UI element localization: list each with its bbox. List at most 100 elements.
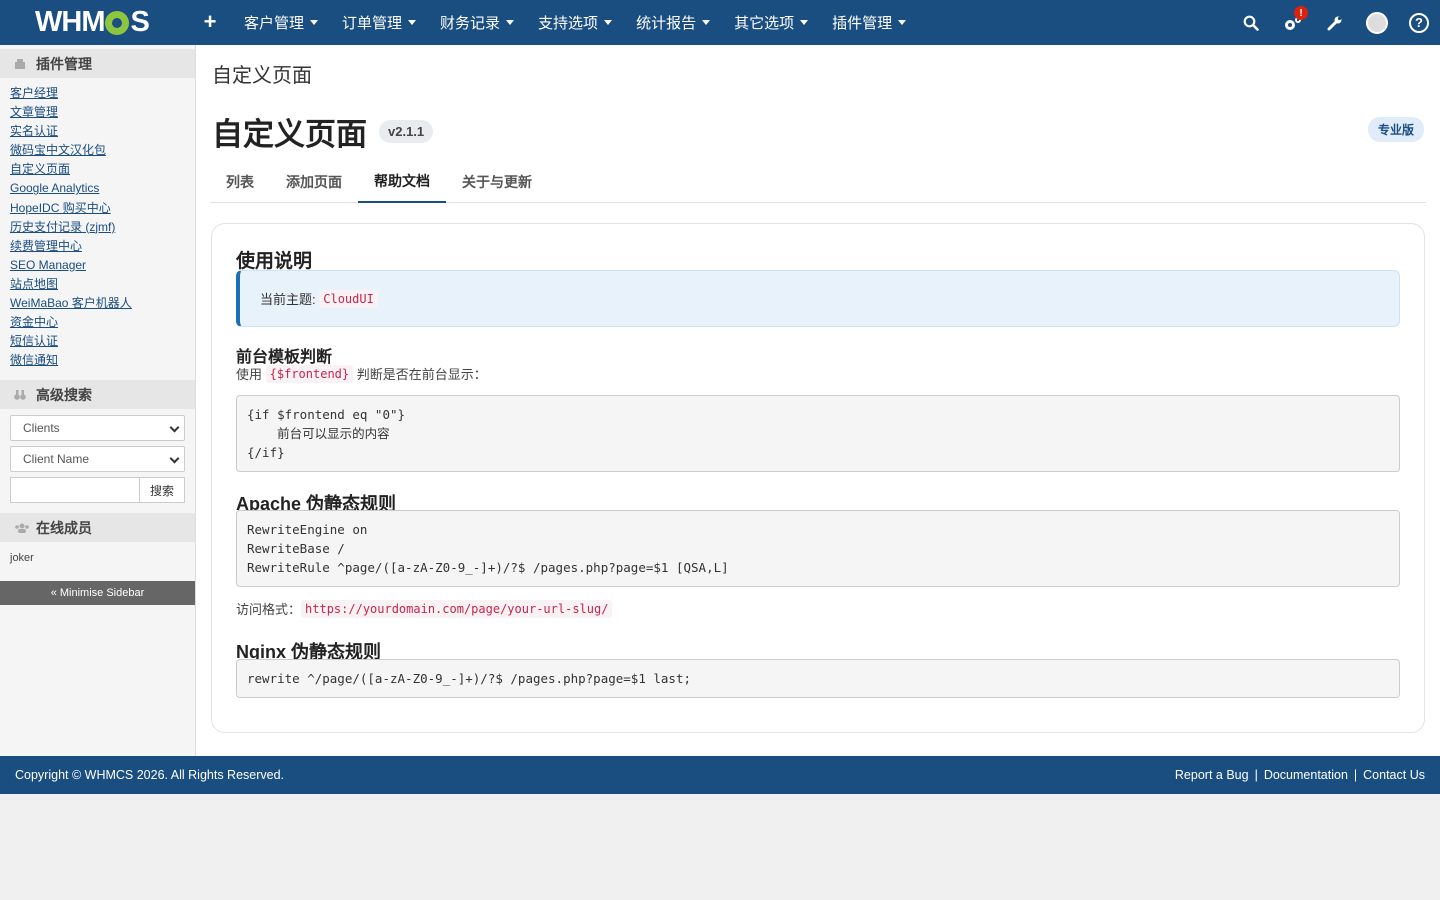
sidebar-link[interactable]: 文章管理 — [10, 103, 185, 122]
version-badge: v2.1.1 — [379, 120, 434, 143]
binoculars-icon — [14, 389, 28, 401]
nginx-code-block: rewrite ^/page/([a-zA-Z0-9_-]+)/?$ /page… — [236, 659, 1400, 698]
sidebar-link[interactable]: 自定义页面 — [10, 160, 185, 179]
addon-title-text: 自定义页面 — [212, 117, 367, 152]
addon-title: 自定义页面 v2.1.1 — [212, 109, 434, 154]
search-row: 搜索 — [10, 477, 185, 504]
nav-label: 其它选项 — [734, 15, 795, 32]
nav-reports[interactable]: 统计报告 — [624, 0, 722, 45]
caret-down-icon — [800, 20, 809, 25]
select-value: Client Name — [23, 452, 90, 467]
caret-down-icon — [310, 20, 319, 25]
sidebar-link[interactable]: 资金中心 — [10, 313, 185, 332]
caret-down-icon — [702, 20, 711, 25]
cube-icon — [14, 58, 28, 70]
access-label: 访问格式： — [236, 602, 302, 617]
frontend-var: {$frontend} — [265, 364, 354, 383]
nav-utilities[interactable]: 其它选项 — [722, 0, 820, 45]
main-nav: 客户管理 订单管理 财务记录 支持选项 统计报告 其它选项 插件管理 — [232, 0, 918, 45]
sidebar-link[interactable]: 实名认证 — [10, 122, 185, 141]
nav-support[interactable]: 支持选项 — [526, 0, 624, 45]
tab-bar: 列表 添加页面 帮助文档 关于与更新 — [210, 160, 1426, 203]
nav-label: 财务记录 — [440, 15, 501, 32]
access-url: https://yourdomain.com/page/your-url-slu… — [301, 599, 613, 618]
chevron-down-icon — [169, 422, 180, 433]
chevron-down-icon — [169, 453, 180, 464]
minimise-sidebar-button[interactable]: « Minimise Sidebar — [0, 581, 195, 606]
help-card: 使用说明 当前主题: CloudUI 前台模板判断 使用 {$frontend}… — [211, 223, 1425, 733]
sidebar-heading-addons: 插件管理 — [0, 49, 195, 78]
search-type-select[interactable]: Clients — [10, 415, 185, 442]
report-bug-link[interactable]: Report a Bug — [1175, 768, 1249, 782]
search-field-select[interactable]: Client Name — [10, 446, 185, 473]
caret-down-icon — [408, 20, 417, 25]
documentation-link[interactable]: Documentation — [1264, 768, 1348, 782]
whmcs-logo[interactable]: WHM S — [35, 5, 150, 38]
logo-gear-icon — [105, 11, 130, 35]
caret-down-icon — [506, 20, 515, 25]
sidebar-link[interactable]: WeiMaBao 客户机器人 — [10, 294, 185, 313]
sidebar-link[interactable]: HopeIDC 购买中心 — [10, 199, 185, 218]
logo-text-end: S — [130, 5, 149, 38]
sidebar-link[interactable]: 续费管理中心 — [10, 237, 185, 256]
sidebar-heading-search: 高级搜索 — [0, 380, 195, 410]
help-circle: ? — [1409, 12, 1429, 33]
automation-gears-icon[interactable]: ! — [1272, 0, 1314, 45]
frontend-use: 使用 — [236, 367, 263, 382]
caret-down-icon — [604, 20, 613, 25]
search-input[interactable] — [10, 477, 140, 504]
sidebar-link[interactable]: 客户经理 — [10, 84, 185, 103]
nav-orders[interactable]: 订单管理 — [330, 0, 428, 45]
sidebar-heading-label: 高级搜索 — [36, 386, 92, 403]
sidebar-link[interactable]: 微信通知 — [10, 351, 185, 370]
addon-links: 客户经理 文章管理 实名认证 微码宝中文汉化包 自定义页面 Google Ana… — [0, 78, 195, 370]
nav-label: 订单管理 — [342, 15, 403, 32]
tab-add-page[interactable]: 添加页面 — [270, 160, 358, 203]
nav-clients[interactable]: 客户管理 — [232, 0, 330, 45]
user-avatar[interactable] — [1356, 0, 1398, 45]
help-icon[interactable]: ? — [1398, 0, 1440, 45]
notification-badge: ! — [1294, 6, 1308, 20]
sidebar-link[interactable]: SEO Manager — [10, 256, 185, 275]
sidebar-link[interactable]: 历史支付记录 (zjmf) — [10, 218, 185, 237]
search-button[interactable]: 搜索 — [140, 477, 185, 504]
frontend-code-block: {if $frontend eq "0"} 前台可以显示的内容 {/if} — [236, 395, 1400, 472]
separator: | — [1254, 768, 1258, 782]
sidebar-heading-label: 在线成员 — [36, 519, 92, 536]
sidebar-link[interactable]: 短信认证 — [10, 332, 185, 351]
online-user: joker — [10, 552, 34, 565]
tab-list[interactable]: 列表 — [210, 160, 270, 203]
sidebar-link[interactable]: Google Analytics — [10, 179, 185, 198]
apache-code-block: RewriteEngine on RewriteBase / RewriteRu… — [236, 510, 1400, 587]
footer: Copyright © WHMCS 2026. All Rights Reser… — [0, 756, 1440, 794]
nav-label: 客户管理 — [244, 15, 305, 32]
search-icon[interactable] — [1230, 0, 1272, 45]
footer-links: Report a Bug | Documentation | Contact Us — [1175, 768, 1425, 782]
main-content: 自定义页面 自定义页面 v2.1.1 专业版 列表 添加页面 帮助文档 关于与更… — [196, 45, 1440, 756]
pro-badge: 专业版 — [1367, 117, 1424, 142]
frontend-desc-text: 判断是否在前台显示： — [356, 367, 487, 382]
select-value: Clients — [23, 421, 60, 436]
top-navbar: WHM S + 客户管理 订单管理 财务记录 支持选项 统计报告 其它选项 插件管… — [0, 0, 1440, 45]
usage-heading: 使用说明 — [236, 251, 313, 272]
nav-addons[interactable]: 插件管理 — [820, 0, 918, 45]
sidebar-link[interactable]: 站点地图 — [10, 275, 185, 294]
tab-help-docs[interactable]: 帮助文档 — [358, 160, 446, 203]
nav-billing[interactable]: 财务记录 — [428, 0, 526, 45]
copyright: Copyright © WHMCS 2026. All Rights Reser… — [15, 768, 285, 782]
advanced-search-form: Clients Client Name 搜索 — [0, 409, 195, 504]
theme-value: CloudUI — [319, 289, 378, 308]
add-new-icon[interactable]: + — [200, 9, 220, 35]
access-format: 访问格式： https://yourdomain.com/page/your-u… — [236, 599, 613, 618]
wrench-icon[interactable] — [1314, 0, 1356, 45]
sidebar-heading-label: 插件管理 — [36, 55, 92, 72]
contact-us-link[interactable]: Contact Us — [1363, 768, 1425, 782]
users-icon — [14, 522, 29, 534]
avatar-icon — [1366, 11, 1388, 34]
nav-label: 支持选项 — [538, 15, 599, 32]
frontend-desc: 使用 {$frontend} 判断是否在前台显示： — [236, 364, 487, 383]
sidebar-link[interactable]: 微码宝中文汉化包 — [10, 141, 185, 160]
tab-about-updates[interactable]: 关于与更新 — [446, 160, 548, 203]
caret-down-icon — [898, 20, 907, 25]
sidebar: 插件管理 客户经理 文章管理 实名认证 微码宝中文汉化包 自定义页面 Googl… — [0, 45, 196, 756]
